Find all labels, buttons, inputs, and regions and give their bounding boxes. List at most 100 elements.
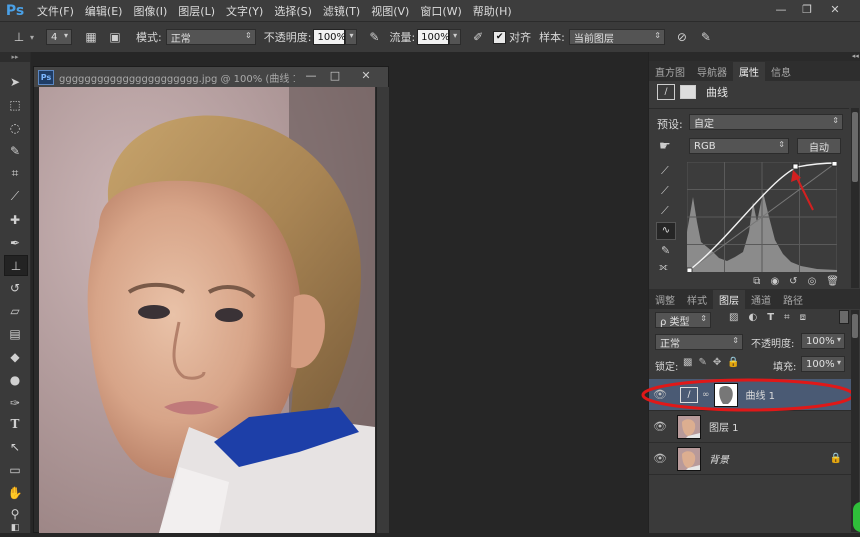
tab-navigator[interactable]: 导航器 <box>691 62 733 81</box>
lock-image-icon[interactable]: ✎ <box>698 357 706 368</box>
rectangle-tool-icon[interactable]: ▭ <box>4 460 26 479</box>
visibility-icon[interactable]: ◎ <box>808 276 817 287</box>
document-close-button[interactable]: ✕ <box>357 69 375 83</box>
menu-layer[interactable]: 图层(L) <box>178 3 215 19</box>
black-point-eyedropper-icon[interactable]: ⟋ <box>661 164 669 178</box>
brush-panel-icon[interactable]: ▣ <box>106 28 124 46</box>
reset-icon[interactable]: ↺ <box>789 276 797 287</box>
menu-window[interactable]: 窗口(W) <box>420 3 461 19</box>
preset-dropdown[interactable]: 自定 ⇕ <box>689 114 843 130</box>
sample-dropdown[interactable]: 当前图层 ⇕ <box>568 29 665 45</box>
curve-point-mode-icon[interactable]: ∿ <box>656 222 676 240</box>
lasso-tool-icon[interactable]: ◌ <box>4 118 26 137</box>
dodge-tool-icon[interactable]: ● <box>4 370 26 389</box>
tab-layers[interactable]: 图层 <box>713 290 745 309</box>
filter-smart-object-icon[interactable]: ⧈ <box>800 312 806 323</box>
smooth-curve-icon[interactable]: ⟗ <box>659 262 668 273</box>
pressure-size-icon[interactable]: ✎ <box>697 28 715 46</box>
tab-histogram[interactable]: 直方图 <box>649 62 691 81</box>
clone-source-panel-icon[interactable]: ▦ <box>82 28 100 46</box>
mask-icon[interactable] <box>680 85 696 99</box>
ignore-adjustment-layers-icon[interactable]: ⊘ <box>673 28 691 46</box>
view-previous-state-icon[interactable]: ◉ <box>770 276 779 287</box>
menu-file[interactable]: 文件(F) <box>37 3 74 19</box>
flow-slider-toggle[interactable]: ▾ <box>449 29 462 45</box>
brush-size-picker[interactable]: 4 ▾ <box>46 29 73 45</box>
layer-opacity-input[interactable]: 100% ▾ <box>801 333 845 349</box>
history-brush-tool-icon[interactable]: ↺ <box>4 278 26 297</box>
flow-input[interactable]: 100% <box>417 29 450 45</box>
blend-mode-dropdown[interactable]: 正常 ⇕ <box>655 334 743 350</box>
mode-dropdown[interactable]: 正常 ⇕ <box>165 29 256 45</box>
tab-paths[interactable]: 路径 <box>777 290 809 309</box>
menu-edit[interactable]: 编辑(E) <box>85 3 123 19</box>
menu-type[interactable]: 文字(Y) <box>226 3 263 19</box>
document-maximize-button[interactable]: □ <box>326 69 344 83</box>
menu-image[interactable]: 图像(I) <box>133 3 167 19</box>
canvas-photo[interactable] <box>39 87 375 533</box>
white-point-eyedropper-icon[interactable]: ⟋ <box>661 204 669 218</box>
restore-button[interactable]: ❐ <box>798 2 816 17</box>
pressure-opacity-icon[interactable]: ✎ <box>365 28 383 46</box>
filter-pixel-icon[interactable]: ▨ <box>729 312 738 323</box>
layer-row-layer1[interactable]: 👁 图层 1 <box>649 411 852 443</box>
lock-all-icon[interactable]: 🔒 <box>727 357 739 368</box>
minimize-button[interactable]: — <box>772 2 790 17</box>
tab-styles[interactable]: 样式 <box>681 290 713 309</box>
layer-row-background[interactable]: 👁 背景 🔒 <box>649 443 852 475</box>
clone-stamp-tool-preset-icon[interactable]: ⊥ <box>10 28 28 46</box>
layers-scrollbar[interactable] <box>851 310 859 532</box>
move-tool-icon[interactable]: ➤ <box>4 72 26 91</box>
opacity-input[interactable]: 100% <box>313 29 346 45</box>
document-vertical-scrollbar[interactable] <box>376 87 389 533</box>
default-colors-icon[interactable]: ◧ <box>4 518 26 537</box>
tab-channels[interactable]: 通道 <box>745 290 777 309</box>
filter-shape-icon[interactable]: ⌗ <box>784 312 790 323</box>
marquee-tool-icon[interactable]: ⬚ <box>4 95 26 114</box>
menu-filter[interactable]: 滤镜(T) <box>323 3 360 19</box>
clip-to-layer-icon[interactable]: ⧉ <box>753 276 760 287</box>
opacity-slider-toggle[interactable]: ▾ <box>345 29 358 45</box>
panel-collapse-icon[interactable]: ◂◂ <box>649 52 860 61</box>
pencil-mode-icon[interactable]: ✎ <box>661 244 670 257</box>
eraser-tool-icon[interactable]: ▱ <box>4 301 26 320</box>
tool-preset-chevron-down-icon[interactable]: ▾ <box>30 33 34 42</box>
pen-tool-icon[interactable]: ✑ <box>4 393 26 412</box>
filter-adjustment-icon[interactable]: ◐ <box>748 312 757 323</box>
close-button[interactable]: ✕ <box>826 2 844 17</box>
menu-select[interactable]: 选择(S) <box>274 3 312 19</box>
layer-visibility-eye-icon[interactable]: 👁 <box>649 420 671 433</box>
clone-stamp-tool-icon[interactable]: ⊥ <box>4 255 28 276</box>
tab-properties[interactable]: 属性 <box>733 62 765 81</box>
layer-visibility-eye-icon[interactable]: 👁 <box>649 452 671 465</box>
tab-adjustments[interactable]: 调整 <box>649 290 681 309</box>
delete-icon[interactable]: 🗑 <box>826 276 839 287</box>
auto-button[interactable]: 自动 <box>797 138 841 154</box>
toolbox-collapse-icon[interactable]: ▸▸ <box>0 52 30 62</box>
menu-help[interactable]: 帮助(H) <box>473 3 512 19</box>
fill-input[interactable]: 100% ▾ <box>801 356 845 372</box>
filter-type-icon[interactable]: T <box>767 312 774 323</box>
brush-tool-icon[interactable]: ✒ <box>4 233 26 252</box>
type-tool-icon[interactable]: T <box>4 414 26 433</box>
menu-view[interactable]: 视图(V) <box>371 3 409 19</box>
path-selection-tool-icon[interactable]: ↖ <box>4 437 26 456</box>
quick-selection-tool-icon[interactable]: ✎ <box>4 141 26 160</box>
gradient-tool-icon[interactable]: ▤ <box>4 324 26 343</box>
on-image-adjust-icon[interactable]: ☛ <box>659 139 671 154</box>
crop-tool-icon[interactable]: ⌗ <box>4 164 26 183</box>
properties-scrollbar[interactable] <box>851 108 859 288</box>
curve-control-point[interactable] <box>792 163 799 170</box>
gray-point-eyedropper-icon[interactable]: ⟋ <box>661 184 669 198</box>
lock-position-icon[interactable]: ✥ <box>713 357 721 368</box>
blur-tool-icon[interactable]: ◆ <box>4 347 26 366</box>
filter-toggle[interactable] <box>839 310 849 324</box>
channel-dropdown[interactable]: RGB ⇕ <box>689 138 789 154</box>
tab-info[interactable]: 信息 <box>765 62 797 81</box>
hand-tool-icon[interactable]: ✋ <box>4 483 26 502</box>
eyedropper-tool-icon[interactable]: ⟋ <box>4 187 26 206</box>
airbrush-icon[interactable]: ✐ <box>469 28 487 46</box>
healing-brush-tool-icon[interactable]: ✚ <box>4 210 26 229</box>
align-checkbox[interactable]: ✔ <box>493 30 507 44</box>
layer-filter-dropdown[interactable]: ρ 类型 ⇕ <box>655 312 711 328</box>
